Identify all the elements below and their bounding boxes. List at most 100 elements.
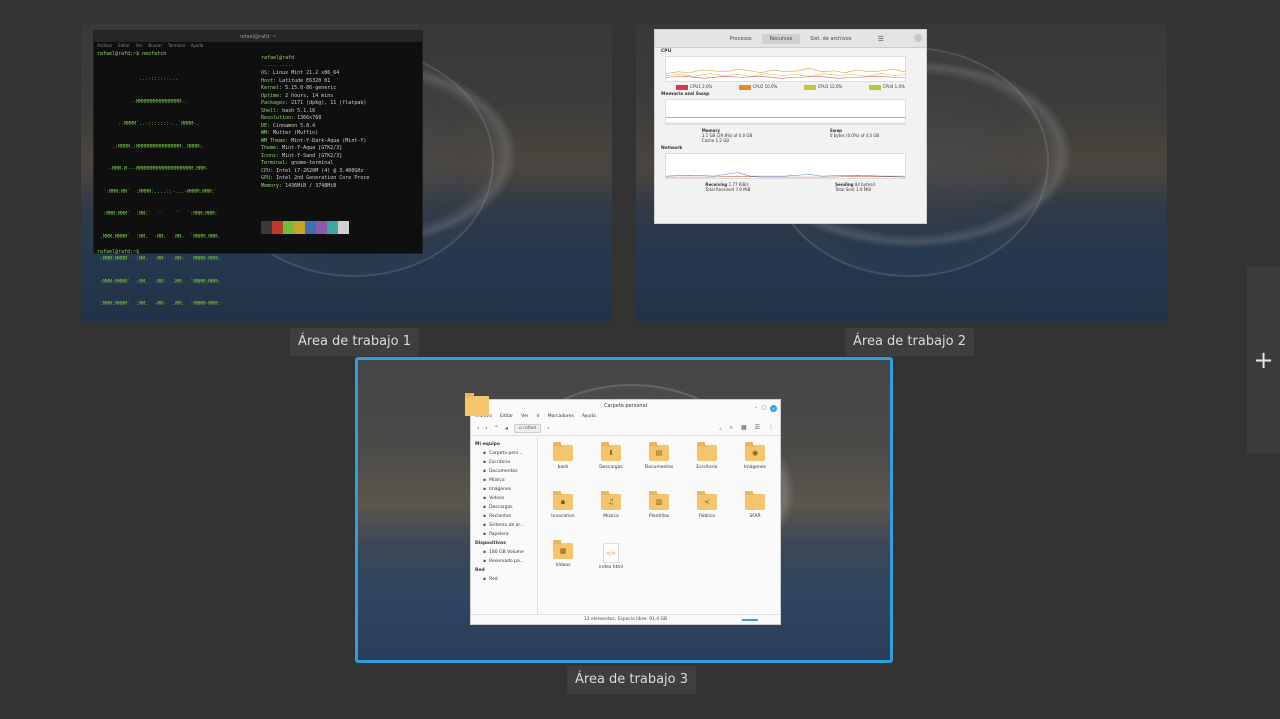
neofetch-row: Packages: 2171 (dpkg), 11 (flatpak) [261, 100, 367, 106]
sidebar-item[interactable]: ▪ Papelera [471, 530, 537, 539]
sidebar-item[interactable]: ▪ Sistema de ar... [471, 521, 537, 530]
sidebar-section-network[interactable]: Red [471, 566, 537, 575]
color-swatch [261, 221, 272, 234]
menu-item[interactable]: Ayuda [582, 414, 596, 419]
search-icon[interactable]: ⌕ [730, 424, 733, 432]
folder-icon [745, 491, 765, 510]
minimize-icon[interactable]: – [755, 402, 758, 414]
file-manager-toolbar: ‹ › ⌃ ◂ ⌂ rafael › ⌟ ⌕ ▦ ☰ ⋮ [471, 421, 780, 436]
place-icon: ▪ [483, 505, 487, 510]
file-item[interactable]: ▤ Documentos [642, 442, 676, 470]
sidebar-section-my-computer[interactable]: Mi equipo [471, 440, 537, 449]
sidebar-section-devices[interactable]: Dispositivos [471, 539, 537, 548]
list-view-icon[interactable]: ☰ [755, 424, 760, 432]
menu-item[interactable]: Ver [521, 414, 528, 419]
toggle-location-icon[interactable]: ⌟ [719, 424, 722, 432]
sidebar-item[interactable]: ▪ Recientes [471, 512, 537, 521]
system-monitor-window[interactable]: Procesos Recursos Sist. de archivos ☰ CP… [654, 29, 927, 224]
workspace-3-label[interactable]: Área de trabajo 3 [567, 666, 697, 694]
color-swatch [738, 84, 751, 90]
path-left-icon[interactable]: ◂ [505, 425, 508, 432]
sidebar-item[interactable]: ▪ Música [471, 476, 537, 485]
file-item[interactable]: ▦ Vídeos [546, 540, 580, 568]
file-item[interactable]: < Público [690, 491, 724, 519]
path-right-icon[interactable]: › [547, 425, 549, 432]
neofetch-row: Uptime: 2 hours, 14 mins [261, 92, 334, 99]
file-manager-titlebar[interactable]: Carpeta personal – ▢ × [471, 400, 780, 412]
maximize-icon[interactable]: ▢ [761, 402, 766, 414]
place-icon: ▪ [483, 532, 487, 537]
back-icon[interactable]: ‹ [477, 425, 479, 432]
terminal-menu-item[interactable]: Editar [118, 43, 130, 48]
path-button-home[interactable]: ⌂ rafael [513, 423, 542, 433]
tab-resources[interactable]: Recursos [761, 33, 801, 44]
terminal-titlebar[interactable]: rafael@rafd: ~ [94, 31, 422, 42]
file-item[interactable]: ⬇ Descargas [594, 442, 628, 470]
zoom-slider[interactable] [742, 619, 758, 621]
file-item[interactable]: ▪ Invocation [546, 491, 580, 519]
terminal-menu-item[interactable]: Terminal [168, 43, 185, 48]
workspace-2-label[interactable]: Área de trabajo 2 [845, 328, 975, 356]
terminal-menu-item[interactable]: Archivo [97, 43, 112, 48]
place-icon: ▪ [483, 496, 487, 501]
terminal-menu-item[interactable]: Ver [136, 43, 143, 48]
sidebar-item[interactable]: ▪ Carpeta pers... [471, 449, 537, 458]
up-icon[interactable]: ⌃ [494, 425, 499, 432]
file-manager-sidebar: Mi equipo ▪ Carpeta pers... ▪ Escritorio ▪ Do… [471, 437, 538, 614]
sidebar-item[interactable]: ▪ Reservado pa... [471, 557, 537, 566]
terminal-menu-item[interactable]: Ayuda [191, 43, 203, 48]
hamburger-menu-icon[interactable]: ☰ [878, 35, 884, 43]
terminal-prompt: rafael@rafd:~$ [97, 249, 140, 255]
add-workspace-button[interactable]: + [1247, 266, 1280, 453]
workspace-2-thumbnail[interactable]: Procesos Recursos Sist. de archivos ☰ CP… [636, 23, 1167, 321]
color-swatch [316, 221, 327, 234]
menu-item[interactable]: Ir [537, 414, 540, 419]
templates-folder-icon: ▥ [649, 491, 669, 510]
menu-item[interactable]: Editar [500, 414, 513, 419]
file-item[interactable]: </> index.html [594, 543, 628, 570]
compact-view-icon[interactable]: ⋮ [768, 424, 774, 432]
file-item[interactable]: ◉ Imágenes [738, 442, 772, 470]
workspace-3-thumbnail[interactable]: Carpeta personal – ▢ × Archivo Editar Ver I… [355, 357, 893, 663]
tab-file-systems[interactable]: Sist. de archivos [802, 34, 859, 44]
sidebar-item[interactable]: ▪ Escritorio [471, 458, 537, 467]
file-item-label: Imágenes [743, 465, 767, 470]
forward-icon[interactable]: › [485, 425, 487, 432]
sidebar-item[interactable]: ▪ Documentos [471, 467, 537, 476]
terminal-window[interactable]: rafael@rafd: ~ Archivo Editar Ver Buscar Ter… [93, 30, 423, 307]
music-folder-icon: ♫ [601, 491, 621, 510]
file-item[interactable]: ▥ Plantillas [642, 491, 676, 519]
place-icon: ▪ [483, 460, 487, 465]
file-item[interactable]: Escritorio [690, 442, 724, 470]
close-icon[interactable] [914, 34, 922, 42]
cpu-legend: CPU1 2.0% CPU2 10.0% CPU3 12.0% CPU4 1.0% [655, 83, 926, 91]
file-manager-window[interactable]: Carpeta personal – ▢ × Archivo Editar Ver I… [470, 399, 781, 625]
sidebar-item[interactable]: ▪ Imágenes [471, 485, 537, 494]
mint-logo-ascii: ...-:::::-... .-MMMMMMMMMMMMMMM-. .-MMMM… [100, 76, 221, 307]
terminal-output[interactable]: rafael@rafd:~$ neofetch ...-:::::-... .-… [94, 49, 422, 307]
sidebar-item[interactable]: ▪ Red [471, 575, 537, 584]
workspace-1-label[interactable]: Área de trabajo 1 [290, 328, 420, 356]
neofetch-row: WM Theme: Mint-Y-Dark-Aqua (Mint-Y) [261, 137, 367, 144]
sidebar-item[interactable]: ▪ Descargas [471, 503, 537, 512]
color-swatch [327, 221, 338, 234]
menu-item[interactable]: Marcadores [548, 414, 574, 419]
tab-processes[interactable]: Procesos [722, 34, 760, 44]
close-icon[interactable]: × [770, 404, 777, 412]
sidebar-item[interactable]: ▪ Vídeos [471, 494, 537, 503]
receiving-info: Receiving 1.77 KiB/s Total Received 7.9 … [705, 181, 751, 192]
workspace-1-thumbnail[interactable]: rafael@rafd: ~ Archivo Editar Ver Buscar Ter… [81, 23, 612, 321]
file-item-label: Plantillas [648, 514, 670, 519]
color-swatch [283, 221, 294, 234]
swap-info: Swap 0 bytes (0.0%) of 4.0 GB [829, 127, 880, 138]
file-item[interactable]: SFAR [738, 491, 772, 519]
sidebar-item[interactable]: ▪ 180 GB Volume [471, 548, 537, 557]
file-item-label: Descargas [599, 465, 623, 470]
file-item[interactable]: ♫ Música [594, 491, 628, 519]
cpu-legend-item: CPU3 12.0% [803, 84, 842, 90]
file-item[interactable]: bash [546, 442, 580, 470]
cpu-legend-item: CPU4 1.0% [868, 84, 905, 90]
icon-view-icon[interactable]: ▦ [741, 424, 747, 432]
color-swatch [868, 84, 881, 90]
terminal-menu-item[interactable]: Buscar [148, 43, 162, 48]
